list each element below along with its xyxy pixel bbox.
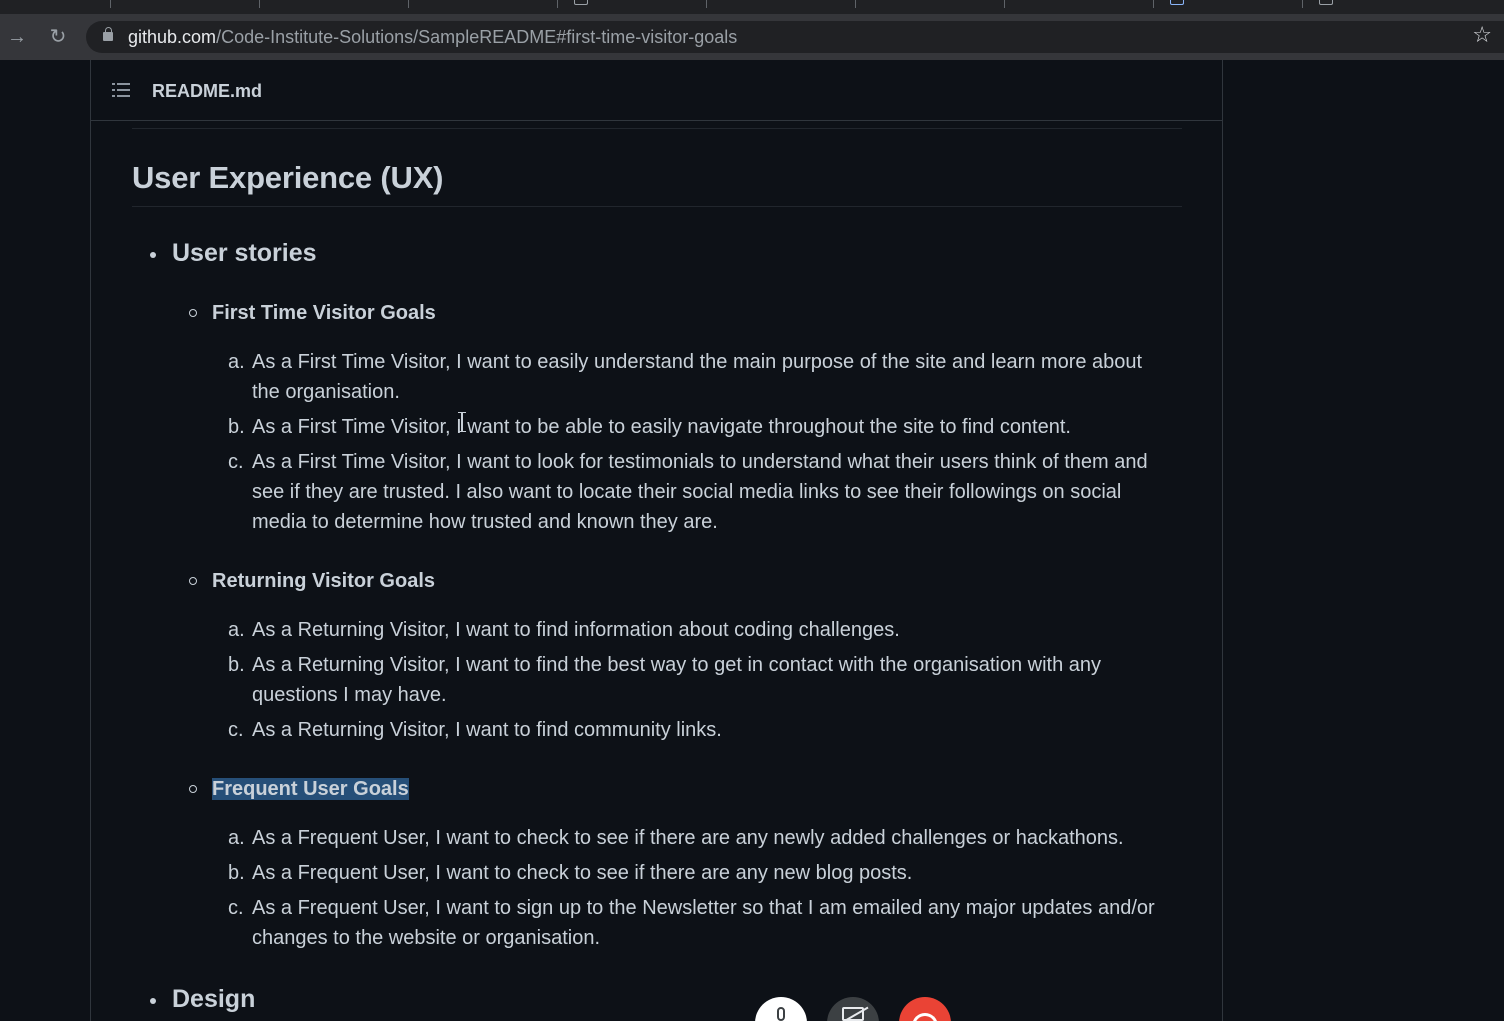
tab-separator xyxy=(1004,0,1005,8)
list-marker: a. xyxy=(228,619,245,641)
tab-separator xyxy=(706,0,707,8)
list-item-line: media to determine how trusted and known… xyxy=(252,511,718,533)
tab-favicon-icon[interactable] xyxy=(1319,0,1333,5)
tab-favicon-icon[interactable] xyxy=(574,0,588,5)
bullet xyxy=(150,998,156,1004)
lock-icon[interactable] xyxy=(103,27,113,41)
readme-file-name: README.md xyxy=(152,81,263,101)
list-item-line: As a First Time Visitor, I want to be ab… xyxy=(252,416,1071,438)
list-item: b. As a First Time Visitor, I want to be… xyxy=(228,412,1182,442)
tab-separator xyxy=(1153,0,1154,8)
list-item-line: As a Returning Visitor, I want to find t… xyxy=(252,654,1101,676)
browser-toolbar: → ↻ github.com/Code-Institute-Solutions/… xyxy=(0,14,1504,60)
url-path: /Code-Institute-Solutions/SampleREADME#f… xyxy=(216,27,738,47)
list-marker: b. xyxy=(228,654,245,676)
camera-off-icon xyxy=(842,1007,864,1021)
group-heading-returning-visitor-goals: Returning Visitor Goals xyxy=(212,570,435,592)
sub-bullet xyxy=(189,577,197,585)
selected-text[interactable]: Frequent User Goals xyxy=(212,778,409,800)
tab-separator xyxy=(259,0,260,8)
list-item: b. As a Frequent User, I want to check t… xyxy=(228,858,1182,888)
address-bar[interactable]: github.com/Code-Institute-Solutions/Samp… xyxy=(86,21,1504,53)
github-page: README.md User Experience (UX) User stor… xyxy=(0,60,1504,1021)
readme-container: README.md User Experience (UX) User stor… xyxy=(90,60,1223,1021)
list-marker: c. xyxy=(228,451,244,473)
tab-separator xyxy=(557,0,558,8)
group-heading-first-time-visitor-goals: First Time Visitor Goals xyxy=(212,302,436,324)
list-item-line: As a Returning Visitor, I want to find i… xyxy=(252,619,900,641)
forward-arrow-icon[interactable]: → xyxy=(4,24,30,50)
sub-bullet xyxy=(189,309,197,317)
list-item-line: changes to the website or organisation. xyxy=(252,927,600,949)
list-marker: a. xyxy=(228,827,245,849)
list-item-line: As a Frequent User, I want to check to s… xyxy=(252,862,913,884)
list-item-line: As a First Time Visitor, I want to look … xyxy=(252,451,1148,473)
list-item-line: questions I may have. xyxy=(252,684,447,706)
ux-heading: User Experience (UX) xyxy=(132,160,444,195)
list-item-line: the organisation. xyxy=(252,381,400,403)
tab-separator xyxy=(110,0,111,8)
bullet xyxy=(150,252,156,258)
list-item-line: As a Frequent User, I want to check to s… xyxy=(252,827,1124,849)
divider xyxy=(132,128,1182,129)
list-item: c. As a Frequent User, I want to sign up… xyxy=(228,893,1182,953)
url-text[interactable]: github.com/Code-Institute-Solutions/Samp… xyxy=(128,27,737,47)
list-item-line: As a First Time Visitor, I want to easil… xyxy=(252,351,1143,373)
list-item: a. As a Frequent User, I want to check t… xyxy=(228,823,1182,853)
readme-header: README.md xyxy=(91,60,1222,121)
list-item: a. As a Returning Visitor, I want to fin… xyxy=(228,615,1182,645)
list-marker: c. xyxy=(228,719,244,741)
hang-up-icon xyxy=(912,1013,938,1021)
text-cursor-icon xyxy=(458,412,466,432)
list-marker: c. xyxy=(228,897,244,919)
browser-tab-strip xyxy=(0,0,1504,14)
list-item: c. As a Returning Visitor, I want to fin… xyxy=(228,715,1182,745)
list-item-line: see if they are trusted. I also want to … xyxy=(252,481,1122,503)
reload-icon[interactable]: ↻ xyxy=(45,24,71,50)
list-item: b. As a Returning Visitor, I want to fin… xyxy=(228,650,1182,710)
group-heading-frequent-user-goals: Frequent User Goals xyxy=(212,778,409,801)
list-item-line: As a Returning Visitor, I want to find c… xyxy=(252,719,722,741)
table-of-contents-icon[interactable] xyxy=(112,83,130,97)
tab-separator xyxy=(1302,0,1303,8)
sub-bullet xyxy=(189,785,197,793)
tab-favicon-icon[interactable] xyxy=(1170,0,1184,5)
list-item: a. As a First Time Visitor, I want to ea… xyxy=(228,347,1182,407)
list-marker: b. xyxy=(228,862,245,884)
bookmark-star-icon[interactable]: ☆ xyxy=(1472,24,1492,46)
section-heading-user-stories: User stories xyxy=(172,239,317,267)
list-item-line: As a Frequent User, I want to sign up to… xyxy=(252,897,1155,919)
microphone-icon xyxy=(777,1007,785,1021)
tab-separator xyxy=(855,0,856,8)
list-marker: b. xyxy=(228,416,245,438)
section-heading-design: Design xyxy=(172,985,256,1013)
list-marker: a. xyxy=(228,351,245,373)
list-item: c. As a First Time Visitor, I want to lo… xyxy=(228,447,1182,537)
heading-underline xyxy=(132,206,1182,207)
url-host: github.com xyxy=(128,27,217,47)
tab-separator xyxy=(408,0,409,8)
